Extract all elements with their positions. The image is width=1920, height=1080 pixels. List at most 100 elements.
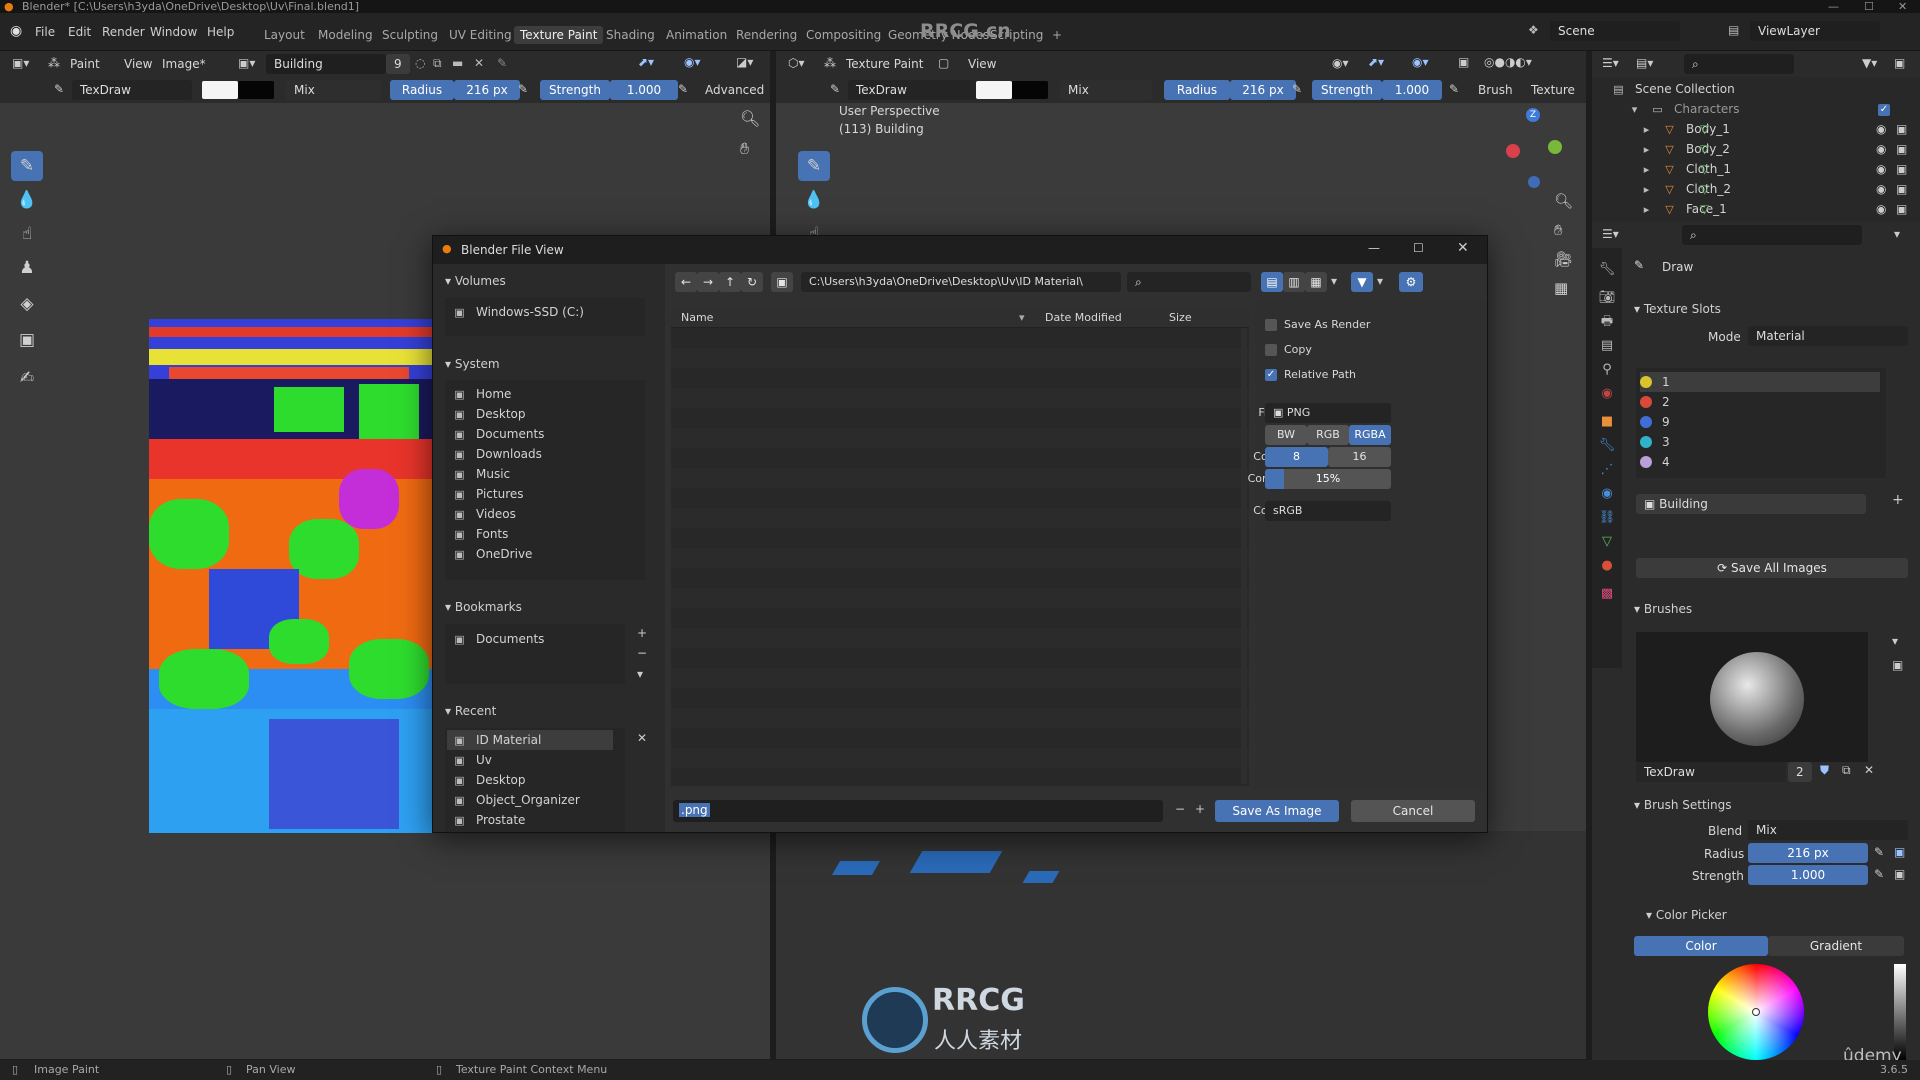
- outliner-row[interactable]: ▸ ▽ Cloth_1 ▽ ◉ ▣: [1640, 159, 1912, 179]
- brush-unlink-icon[interactable]: ✕: [1864, 763, 1874, 777]
- world-tab-icon[interactable]: ◉: [1595, 382, 1619, 406]
- bookmark-menu-icon[interactable]: ▾: [637, 667, 643, 681]
- copy-checkbox[interactable]: Copy: [1265, 343, 1312, 356]
- image-browse-icon[interactable]: ▣▾: [238, 56, 255, 70]
- checkbox-box[interactable]: [1265, 319, 1277, 331]
- viewport-strength-pressure-icon[interactable]: ✎: [1449, 82, 1459, 96]
- decrement-filename-icon[interactable]: −: [1175, 802, 1185, 816]
- annotate-tool-icon[interactable]: ✍: [11, 363, 43, 393]
- checkbox-box[interactable]: ✓: [1265, 369, 1277, 381]
- brush-name-field[interactable]: TexDraw: [1636, 762, 1786, 782]
- menu-edit[interactable]: Edit: [68, 25, 91, 39]
- viewport-secondary-swatch[interactable]: [1012, 81, 1048, 99]
- directory-path-field[interactable]: C:\Users\h3yda\OneDrive\Desktop\Uv\ID Ma…: [801, 272, 1121, 292]
- advanced-menu[interactable]: Advanced: [705, 83, 764, 97]
- recent-item[interactable]: ▣ Uv: [453, 750, 623, 770]
- brush-radius-field[interactable]: 216 px: [1748, 843, 1868, 863]
- menu-image[interactable]: Image*: [162, 57, 206, 71]
- horizontal-list-view-icon[interactable]: ▥: [1283, 272, 1305, 292]
- open-folder-icon[interactable]: ▬: [452, 56, 463, 70]
- overlay-icon[interactable]: ◉▾: [684, 55, 701, 69]
- outliner-row[interactable]: ▸ ▽ Body_2 ▽ ◉ ▣: [1640, 139, 1912, 159]
- clone-tool-icon[interactable]: ♟: [11, 253, 43, 283]
- dialog-minimize-icon[interactable]: —: [1368, 241, 1380, 255]
- include-checkbox[interactable]: ✓: [1878, 99, 1897, 119]
- fill-tool-icon[interactable]: ◈: [11, 289, 43, 319]
- tool-tab-icon[interactable]: 🔧︎: [1595, 258, 1619, 282]
- gradient-tab[interactable]: Gradient: [1768, 936, 1904, 956]
- viewport-zoom-icon[interactable]: 🔍︎: [1554, 192, 1573, 210]
- physics-tab-icon[interactable]: ◉: [1595, 482, 1619, 506]
- recent-item[interactable]: ▣ Desktop: [453, 770, 623, 790]
- brush-preview[interactable]: [1636, 632, 1868, 762]
- blend-mode-selector[interactable]: Mix: [286, 80, 382, 100]
- relative-path-checkbox[interactable]: ✓ Relative Path: [1265, 368, 1356, 381]
- brush-blend-selector[interactable]: Mix: [1748, 820, 1908, 840]
- strength-field[interactable]: 1.000: [610, 80, 678, 100]
- system-item[interactable]: ▣ Home: [453, 384, 643, 404]
- recent-header[interactable]: ▾ Recent: [445, 704, 496, 718]
- add-bookmark-icon[interactable]: +: [637, 626, 647, 640]
- menu-view[interactable]: View: [124, 57, 152, 71]
- color-wheel-cursor[interactable]: [1752, 1008, 1760, 1016]
- strength-pressure-icon[interactable]: ✎: [678, 82, 688, 96]
- visibility-eye-icon[interactable]: ◉: [1876, 199, 1886, 219]
- brush-selector[interactable]: TexDraw: [72, 80, 192, 100]
- parent-directory-icon[interactable]: ↑: [719, 272, 741, 292]
- viewport-mask-icon[interactable]: ▢: [938, 56, 949, 70]
- texture-slot-item[interactable]: 4: [1640, 452, 1880, 472]
- volume-item[interactable]: ▣ Windows-SSD (C:): [453, 302, 643, 322]
- save-all-images-button[interactable]: ⟳ Save All Images: [1636, 558, 1908, 578]
- viewport-strength-label[interactable]: Strength: [1312, 80, 1382, 100]
- viewport-menu-view[interactable]: View: [968, 57, 996, 71]
- view-layer-tab-icon[interactable]: ▤: [1595, 334, 1619, 358]
- unlink-icon[interactable]: ✕: [474, 56, 484, 70]
- tab-texture-paint[interactable]: Texture Paint: [514, 26, 604, 44]
- column-size[interactable]: Size: [1169, 311, 1192, 324]
- object-tab-icon[interactable]: ■: [1595, 410, 1619, 434]
- props-radius-pressure-icon[interactable]: ✎: [1874, 845, 1884, 859]
- brushes-panel-header[interactable]: ▾ Brushes: [1634, 602, 1692, 616]
- pin-icon[interactable]: ✎: [497, 56, 507, 70]
- brush-strength-field[interactable]: 1.000: [1748, 865, 1868, 885]
- visibility-eye-icon[interactable]: ◉: [1876, 179, 1886, 199]
- texture-slot-item[interactable]: 2: [1640, 392, 1880, 412]
- filename-input[interactable]: .png: [673, 800, 1163, 822]
- render-camera-icon[interactable]: ▣: [1896, 179, 1907, 199]
- outliner-search-input[interactable]: ⌕: [1684, 54, 1794, 74]
- radius-label[interactable]: Radius: [390, 80, 454, 100]
- properties-search-input[interactable]: ⌕: [1682, 225, 1862, 245]
- render-camera-icon[interactable]: ▣: [1896, 159, 1907, 179]
- tab-layout[interactable]: Layout: [258, 26, 311, 44]
- viewport-radius-label[interactable]: Radius: [1164, 80, 1230, 100]
- texture-slots-panel-header[interactable]: ▾ Texture Slots: [1634, 302, 1721, 316]
- sort-chevron-icon[interactable]: ▾: [1019, 311, 1025, 324]
- column-date-modified[interactable]: Date Modified: [1045, 311, 1122, 324]
- strength-label[interactable]: Strength: [540, 80, 610, 100]
- ortho-toggle-icon[interactable]: ▦: [1554, 279, 1568, 297]
- scene-selector[interactable]: Scene: [1550, 21, 1680, 41]
- expand-arrow-icon[interactable]: ▸: [1640, 143, 1653, 156]
- primary-color-swatch[interactable]: [202, 81, 238, 99]
- render-camera-icon[interactable]: ▣: [1896, 199, 1907, 219]
- texture-slot-item[interactable]: 1: [1640, 372, 1880, 392]
- tab-animation[interactable]: Animation: [660, 26, 733, 44]
- tab-shading[interactable]: Shading: [600, 26, 661, 44]
- xray-icon[interactable]: ▣: [1458, 55, 1469, 69]
- radius-pressure-icon[interactable]: ✎: [518, 82, 528, 96]
- texture-slot-item[interactable]: 3: [1640, 432, 1880, 452]
- visibility-eye-icon[interactable]: ◉: [1876, 159, 1886, 179]
- output-tab-icon[interactable]: 🖶︎: [1595, 310, 1619, 334]
- gizmo-toggle-icon[interactable]: ⬈▾: [1368, 55, 1384, 69]
- props-strength-pressure-icon[interactable]: ✎: [1874, 867, 1884, 881]
- gizmo-neg-z-axis[interactable]: [1528, 176, 1540, 188]
- expand-arrow-icon[interactable]: ▸: [1640, 163, 1653, 176]
- increment-filename-icon[interactable]: +: [1195, 802, 1205, 816]
- zoom-icon[interactable]: 🔍︎: [740, 109, 760, 128]
- color-space-selector[interactable]: sRGB: [1265, 501, 1391, 521]
- viewport-pan-icon[interactable]: ✋︎: [1554, 221, 1563, 239]
- tab-rendering[interactable]: Rendering: [730, 26, 803, 44]
- fake-user-icon[interactable]: ◌: [415, 56, 425, 70]
- system-item[interactable]: ▣ Videos: [453, 504, 643, 524]
- color-picker-panel-header[interactable]: ▾ Color Picker: [1646, 908, 1727, 922]
